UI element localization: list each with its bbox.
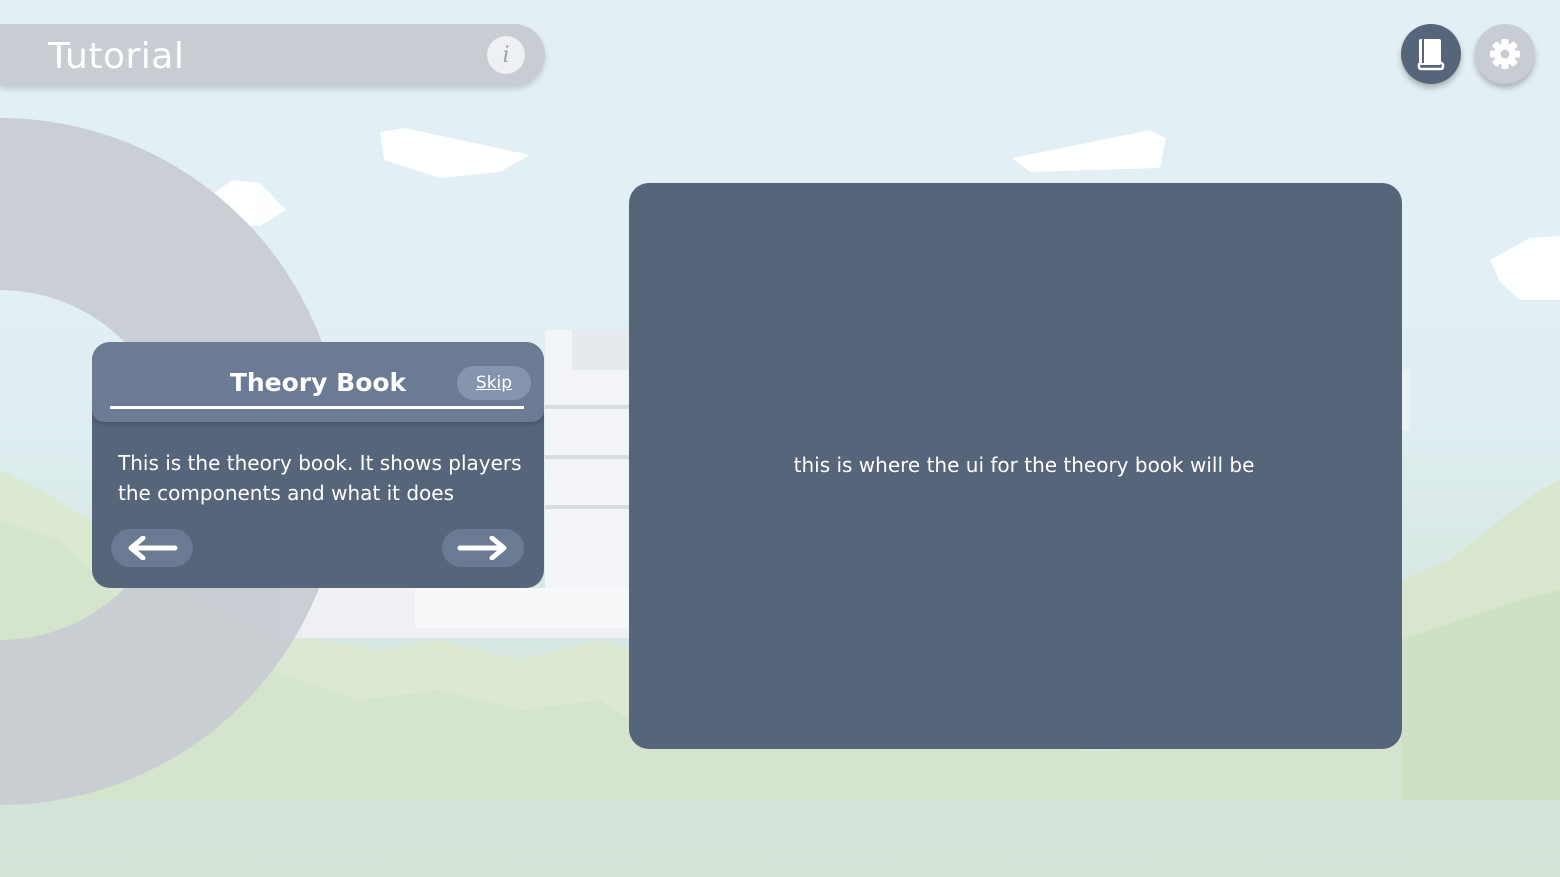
previous-button[interactable]	[111, 529, 193, 567]
book-icon	[1417, 39, 1445, 71]
page-title: Tutorial	[48, 36, 185, 77]
theory-book-panel: this is where the ui for the theory book…	[629, 183, 1402, 749]
skip-button[interactable]: Skip	[457, 366, 531, 400]
arrow-left-icon	[128, 536, 178, 560]
tutorial-body-text: This is the theory book. It shows player…	[118, 451, 522, 505]
title-underline	[110, 406, 524, 409]
theory-book-button[interactable]	[1401, 24, 1461, 84]
info-button[interactable]: i	[487, 36, 525, 74]
info-icon: i	[502, 42, 510, 68]
title-bar: Tutorial i	[0, 24, 545, 86]
arrow-right-icon	[457, 536, 507, 560]
panel-placeholder-text: this is where the ui for the theory book…	[793, 453, 1255, 477]
tutorial-card: Theory Book Skip This is the theory book…	[92, 342, 544, 588]
settings-button[interactable]	[1475, 24, 1535, 84]
next-button[interactable]	[442, 529, 524, 567]
gear-icon	[1490, 39, 1520, 69]
tutorial-header: Theory Book Skip	[92, 342, 544, 422]
